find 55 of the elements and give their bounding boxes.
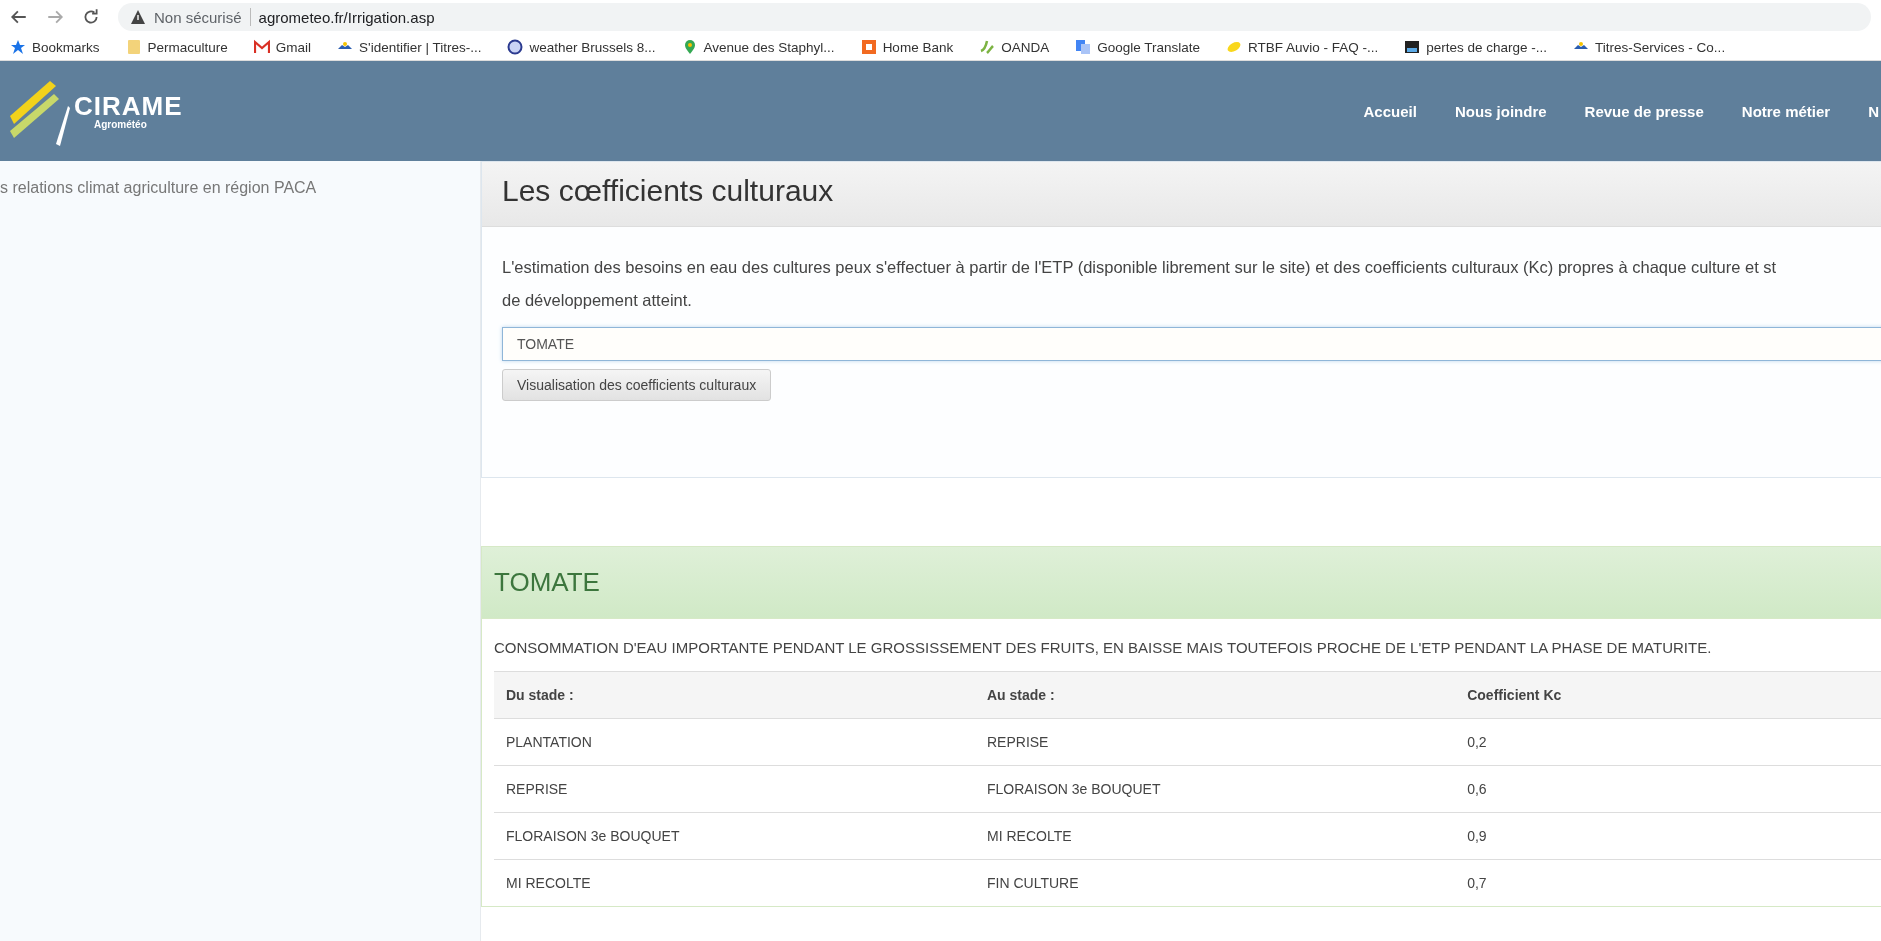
bookmark[interactable]: Permaculture — [125, 39, 228, 55]
warning-icon — [130, 9, 146, 25]
table-cell: REPRISE — [494, 765, 975, 813]
nav-link[interactable]: Nous joindre — [1454, 102, 1547, 120]
crop-title: TOMATE — [494, 567, 601, 598]
reload-icon[interactable] — [82, 8, 100, 26]
table-cell: MI RECOLTE — [975, 812, 1456, 860]
table-cell: PLANTATION — [494, 718, 975, 766]
table-cell: FLORAISON 3e BOUQUET — [975, 765, 1456, 813]
bank-icon — [860, 39, 877, 55]
bookmark[interactable]: weather Brussels 8... — [507, 39, 656, 55]
bookmark[interactable]: pertes de charge -... — [1404, 39, 1548, 55]
nav-link[interactable]: Notre métier — [1741, 102, 1831, 120]
bookmark[interactable]: RTBF Auvio - FAQ -... — [1226, 39, 1379, 55]
view-coefficients-button[interactable]: Visualisation des coefficients culturaux — [502, 369, 772, 401]
bookmark[interactable]: Google Translate — [1075, 39, 1200, 55]
nav-link[interactable]: N — [1868, 102, 1879, 120]
star-icon — [10, 39, 26, 55]
bookmark[interactable]: S'identifier | Titres-... — [337, 39, 482, 55]
table-cell: MI RECOLTE — [494, 859, 975, 906]
back-icon[interactable] — [10, 8, 28, 26]
globe-icon — [507, 39, 524, 55]
table-cell: 0,9 — [1455, 812, 1881, 860]
column-header: Coefficient Kc — [1455, 671, 1881, 719]
document-icon — [1404, 39, 1421, 55]
logo-subtitle: Agrométéo — [94, 118, 148, 130]
table-cell: 0,6 — [1455, 765, 1881, 813]
column-header: Du stade : — [494, 671, 975, 719]
nav-link[interactable]: Accueil — [1363, 102, 1417, 120]
site-tagline: s relations climat agriculture en région PACA — [0, 179, 317, 196]
address-bar[interactable]: Non sécurisé agrometeo.fr/Irrigation.asp — [118, 3, 1871, 31]
intro-text-line: L'estimation des besoins en eau des cultures peux s'effectuer à partir de l'ETP (disponible librement sur le site) et des coefficients culturaux (Kc) propres à chaque culture et st — [502, 257, 1777, 278]
logo-title: CIRAME — [74, 92, 183, 119]
intro-text-line: de développement atteint. — [502, 290, 692, 311]
folder-icon — [125, 39, 142, 55]
table-cell: 0,7 — [1455, 859, 1881, 906]
bookmark[interactable]: Avenue des Staphyl... — [681, 39, 835, 55]
column-header: Au stade : — [975, 671, 1456, 719]
url-text: agrometeo.fr/Irrigation.asp — [258, 8, 435, 26]
bookmark[interactable]: Gmail — [253, 39, 312, 55]
nav-link[interactable]: Revue de presse — [1584, 102, 1704, 120]
table-cell: FLORAISON 3e BOUQUET — [494, 812, 975, 860]
table-cell: REPRISE — [975, 718, 1456, 766]
mail-icon — [253, 39, 270, 55]
table-cell: FIN CULTURE — [975, 859, 1456, 906]
translate-icon — [1075, 39, 1092, 55]
crop-input-field[interactable]: TOMATE — [502, 327, 1881, 361]
panel-title: Les cœfficients culturaux — [502, 174, 835, 208]
bookmark[interactable]: Titres-Services - Co... — [1573, 39, 1726, 55]
bookmark[interactable]: OANDA — [979, 39, 1050, 55]
crop-description: CONSOMMATION D'EAU IMPORTANTE PENDANT LE GROSSISSEMENT DES FRUITS, EN BAISSE MAIS TOUTEFOIS PROCHE DE L'ETP PENDANT LA PHASE DE MATURITE. — [494, 638, 1713, 658]
bookmark[interactable]: Bookmarks — [10, 39, 100, 55]
table-cell: 0,2 — [1455, 718, 1881, 766]
bookmark[interactable]: Home Bank — [860, 39, 954, 55]
security-label: Non sécurisé — [154, 8, 242, 26]
